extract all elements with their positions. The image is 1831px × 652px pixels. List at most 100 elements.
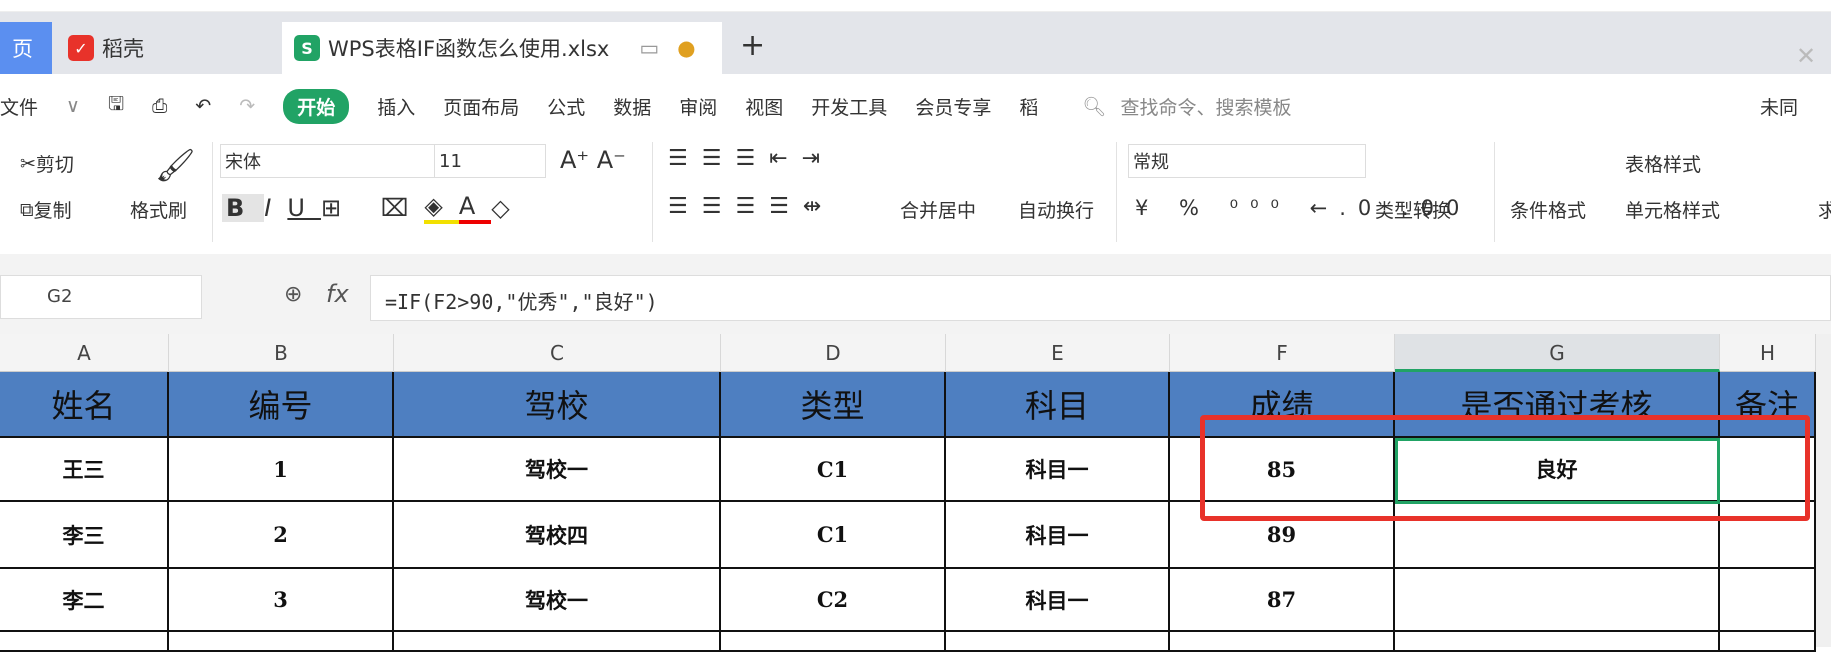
label: 单元格样式 bbox=[1625, 200, 1721, 222]
name-box[interactable]: G2 bbox=[0, 275, 202, 319]
tab-view[interactable]: 视图 bbox=[745, 93, 783, 120]
cell[interactable]: 1 bbox=[169, 438, 394, 502]
cell[interactable] bbox=[169, 632, 394, 652]
tab-formula[interactable]: 公式 bbox=[547, 93, 585, 120]
cell[interactable] bbox=[1720, 569, 1816, 632]
save-icon[interactable]: 🖫 bbox=[108, 90, 124, 122]
font-select[interactable]: 宋体 bbox=[220, 144, 435, 178]
cell[interactable]: 类型 bbox=[721, 372, 946, 438]
label: 条件格式 bbox=[1510, 200, 1587, 222]
cell-style-button[interactable]: 单元格样式 bbox=[1625, 196, 1720, 223]
fx-icon[interactable]: fx bbox=[326, 280, 349, 308]
print-icon[interactable]: ⎙ bbox=[152, 95, 167, 117]
tab-label: 稻壳 bbox=[102, 37, 144, 61]
number-format-select[interactable]: 常规 bbox=[1128, 144, 1366, 178]
zoom-formula-icon[interactable]: ⊕ bbox=[284, 282, 302, 307]
cell[interactable]: C1 bbox=[721, 438, 946, 502]
column-header-G[interactable]: G bbox=[1395, 334, 1720, 372]
cell[interactable]: 编号 bbox=[169, 372, 394, 438]
cell[interactable]: 科目 bbox=[946, 372, 1170, 438]
tab-document[interactable]: S WPS表格IF函数怎么使用.xlsx ▭ ● bbox=[282, 22, 722, 74]
daoke-logo-icon: ✓ bbox=[68, 35, 94, 61]
cell[interactable]: 3 bbox=[169, 569, 394, 632]
monitor-icon[interactable]: ▭ bbox=[639, 36, 659, 60]
redo-icon[interactable]: ↷ bbox=[239, 95, 255, 117]
sheet-logo-icon: S bbox=[294, 35, 320, 61]
type-convert-button[interactable]: 类型转换 bbox=[1375, 196, 1451, 223]
tab-member[interactable]: 会员专享 bbox=[915, 93, 991, 120]
cell[interactable] bbox=[1720, 632, 1816, 652]
table-row: 李二 3 驾校一 C2 科目一 87 bbox=[0, 569, 1816, 632]
table-style-button[interactable]: 表格样式 bbox=[1625, 150, 1701, 177]
cell[interactable]: C1 bbox=[721, 502, 946, 569]
tab-data[interactable]: 数据 bbox=[613, 93, 651, 120]
copy-button[interactable]: ⧉ 复制 bbox=[20, 196, 72, 223]
new-tab-button[interactable]: + bbox=[740, 28, 765, 63]
file-menu[interactable]: 文件 bbox=[0, 93, 38, 120]
cell[interactable]: 驾校四 bbox=[394, 502, 721, 569]
tab-home[interactable]: 页 bbox=[0, 22, 52, 74]
cell[interactable]: 科目一 bbox=[946, 502, 1170, 569]
cell[interactable] bbox=[394, 632, 721, 652]
column-header-H[interactable]: H bbox=[1720, 334, 1816, 372]
vertical-scrollbar[interactable] bbox=[1816, 334, 1831, 647]
cell[interactable]: 驾校一 bbox=[394, 438, 721, 502]
column-header-E[interactable]: E bbox=[946, 334, 1170, 372]
label: 复制 bbox=[33, 200, 72, 222]
cell[interactable]: 驾校一 bbox=[394, 569, 721, 632]
cell[interactable]: 王三 bbox=[0, 438, 169, 502]
tab-page-layout[interactable]: 页面布局 bbox=[443, 93, 519, 120]
cell[interactable]: 科目一 bbox=[946, 438, 1170, 502]
font-size-buttons[interactable]: A⁺ A⁻ bbox=[560, 146, 626, 174]
cell[interactable]: 驾校 bbox=[394, 372, 721, 438]
cell[interactable]: 2 bbox=[169, 502, 394, 569]
highlight-box bbox=[1200, 415, 1810, 521]
column-header-B[interactable]: B bbox=[169, 334, 394, 372]
cell[interactable]: 87 bbox=[1170, 569, 1395, 632]
bookmarks-bar bbox=[0, 0, 1831, 12]
column-header-A[interactable]: A bbox=[0, 334, 169, 372]
font-size-select[interactable]: 11 bbox=[434, 144, 546, 178]
merge-center-button[interactable]: 合并居中 bbox=[900, 196, 976, 223]
tab-daoke-more[interactable]: 稻 bbox=[1019, 93, 1038, 120]
halign-buttons[interactable]: ☰☰☰☰⇹ bbox=[668, 194, 835, 219]
font-style-buttons[interactable]: B I U ⊞ ⌧ ◈ A ◇ bbox=[222, 192, 526, 224]
scissors-icon: ✂ bbox=[20, 152, 36, 175]
tab-insert[interactable]: 插入 bbox=[377, 93, 415, 120]
tab-label: 页 bbox=[12, 37, 33, 61]
cell[interactable] bbox=[721, 632, 946, 652]
align-buttons[interactable]: ☰☰☰⇤⇥ bbox=[668, 146, 834, 171]
cell[interactable]: 李三 bbox=[0, 502, 169, 569]
conditional-format-button[interactable]: 条件格式 bbox=[1510, 196, 1586, 223]
tab-start[interactable]: 开始 bbox=[283, 88, 350, 124]
search-input[interactable]: 查找命令、搜索模板 bbox=[1120, 93, 1291, 120]
cell[interactable] bbox=[1170, 632, 1395, 652]
wrap-text-button[interactable]: 自动换行 bbox=[1018, 196, 1094, 223]
cloud-sync[interactable]: 未同 bbox=[1760, 93, 1798, 120]
formula-input[interactable]: =IF(F2>90,"优秀","良好") bbox=[370, 275, 1831, 321]
chevron-down-icon[interactable]: ∨ bbox=[66, 95, 80, 117]
cell[interactable]: C2 bbox=[721, 569, 946, 632]
cut-button[interactable]: ✂ 剪切 bbox=[20, 150, 74, 177]
cell[interactable] bbox=[0, 632, 169, 652]
cell[interactable]: 科目一 bbox=[946, 569, 1170, 632]
cell[interactable] bbox=[946, 632, 1170, 652]
cell[interactable]: 李二 bbox=[0, 569, 169, 632]
column-header-C[interactable]: C bbox=[394, 334, 721, 372]
sum-button[interactable]: 求 bbox=[1818, 196, 1831, 223]
tab-label: WPS表格IF函数怎么使用.xlsx bbox=[328, 37, 610, 61]
tab-daoke[interactable]: ✓ 稻壳 bbox=[56, 22, 276, 74]
cell[interactable] bbox=[1395, 632, 1720, 652]
tab-developer[interactable]: 开发工具 bbox=[811, 93, 887, 120]
undo-icon[interactable]: ↶ bbox=[195, 95, 211, 117]
column-header-F[interactable]: F bbox=[1170, 334, 1395, 372]
search-icon: 🔍︎ bbox=[1082, 95, 1107, 118]
column-header-D[interactable]: D bbox=[721, 334, 946, 372]
unsaved-dot-icon: ● bbox=[677, 36, 696, 60]
format-painter-button[interactable]: 格式刷 bbox=[130, 196, 187, 223]
cell[interactable]: 姓名 bbox=[0, 372, 169, 438]
cell[interactable] bbox=[1395, 569, 1720, 632]
brush-icon: 🖌︎ bbox=[155, 146, 196, 184]
tab-review[interactable]: 审阅 bbox=[679, 93, 717, 120]
close-icon[interactable]: ✕ bbox=[1796, 42, 1816, 70]
